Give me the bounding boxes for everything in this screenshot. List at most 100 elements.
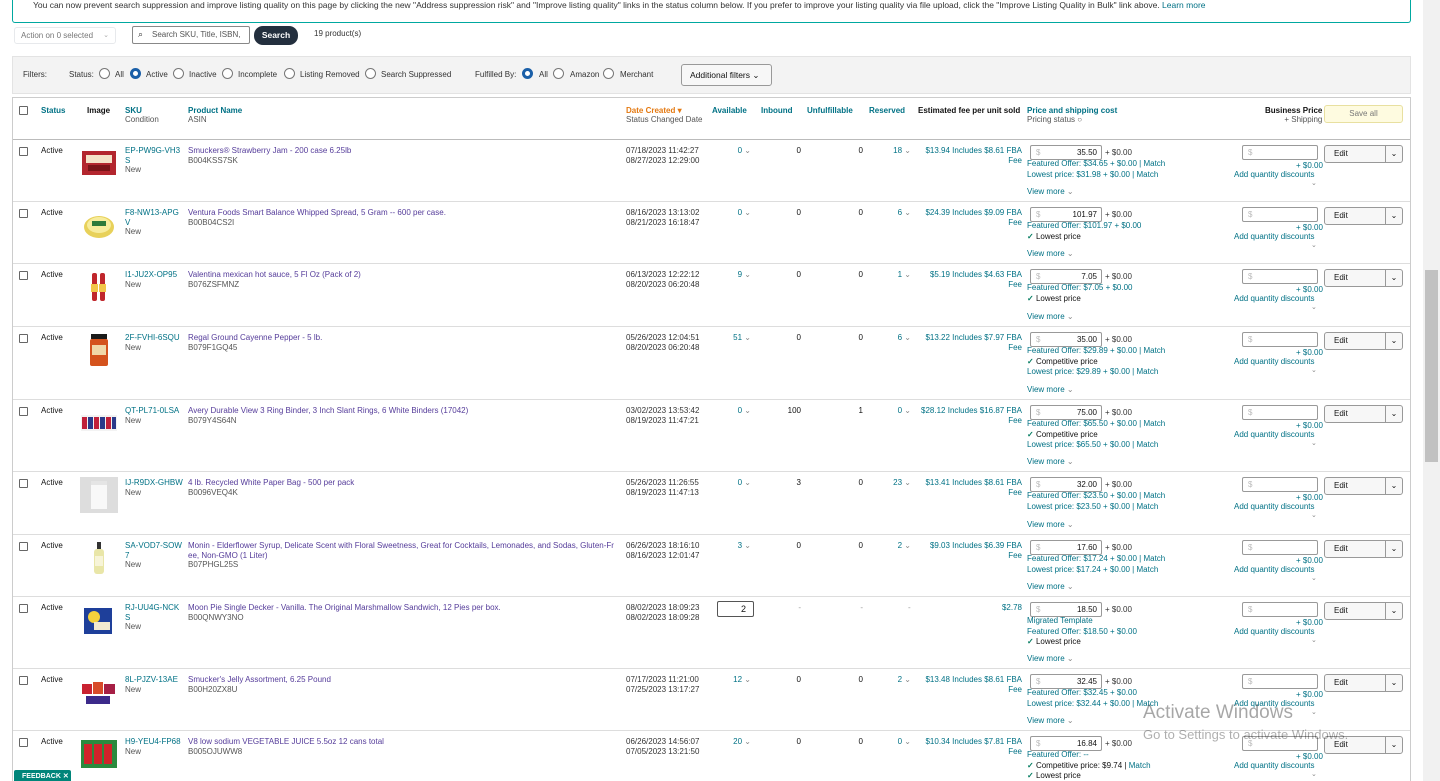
match-link[interactable]: Match: [1143, 419, 1165, 428]
view-more-link[interactable]: View more ⌄: [1027, 187, 1074, 196]
product-image[interactable]: [80, 207, 118, 243]
match-link[interactable]: Match: [1136, 170, 1158, 179]
reserved-quantity[interactable]: 2 ⌄: [898, 541, 911, 551]
business-price-input[interactable]: $: [1242, 207, 1318, 222]
col-available[interactable]: Available: [712, 106, 747, 115]
estimated-fee[interactable]: $10.34 Includes $7.81 FBA Fee: [925, 737, 1022, 756]
estimated-fee[interactable]: $28.12 Includes $16.87 FBA Fee: [921, 406, 1022, 425]
business-price-input[interactable]: $: [1242, 674, 1318, 689]
col-sku[interactable]: SKU Condition: [125, 106, 159, 124]
product-name-link[interactable]: V8 low sodium VEGETABLE JUICE 5.5oz 12 c…: [188, 737, 620, 756]
row-checkbox[interactable]: [19, 542, 28, 551]
edit-dropdown-icon[interactable]: ⌄: [1385, 208, 1402, 224]
sku-link[interactable]: 2F-FVHI-6SQU New: [125, 333, 183, 352]
row-checkbox[interactable]: [19, 738, 28, 747]
edit-dropdown-icon[interactable]: ⌄: [1385, 675, 1402, 691]
status-radio-listing-removed[interactable]: [284, 68, 295, 79]
product-image[interactable]: [80, 145, 118, 181]
product-name-link[interactable]: Valentina mexican hot sauce, 5 Fl Oz (Pa…: [188, 270, 620, 289]
edit-button[interactable]: Edit ⌄: [1324, 540, 1403, 558]
bulk-action-dropdown[interactable]: Action on 0 selected ⌄: [14, 27, 116, 44]
edit-button[interactable]: Edit ⌄: [1324, 405, 1403, 423]
edit-dropdown-icon[interactable]: ⌄: [1385, 737, 1402, 753]
status-radio-all[interactable]: [99, 68, 110, 79]
row-checkbox[interactable]: [19, 271, 28, 280]
product-name-link[interactable]: Smucker's Jelly Assortment, 6.25 Pound B0…: [188, 675, 620, 694]
product-name-link[interactable]: Monin - Elderflower Syrup, Delicate Scen…: [188, 541, 620, 570]
edit-dropdown-icon[interactable]: ⌄: [1385, 270, 1402, 286]
scrollbar-thumb[interactable]: [1425, 270, 1438, 462]
learn-more-link[interactable]: Learn more: [1162, 0, 1205, 10]
view-more-link[interactable]: View more ⌄: [1027, 385, 1074, 394]
edit-button[interactable]: Edit ⌄: [1324, 332, 1403, 350]
edit-dropdown-icon[interactable]: ⌄: [1385, 603, 1402, 619]
col-inbound[interactable]: Inbound: [761, 106, 793, 115]
col-date-created[interactable]: Date Created ▾ Status Changed Date: [626, 106, 703, 124]
product-image[interactable]: [80, 602, 118, 638]
edit-button[interactable]: Edit ⌄: [1324, 477, 1403, 495]
sku-link[interactable]: H9-YEU4-FP68 New: [125, 737, 183, 756]
match-link[interactable]: Match: [1143, 491, 1165, 500]
match-link[interactable]: Match: [1136, 565, 1158, 574]
edit-dropdown-icon[interactable]: ⌄: [1385, 478, 1402, 494]
product-name-link[interactable]: Ventura Foods Smart Balance Whipped Spre…: [188, 208, 620, 227]
price-input[interactable]: $7.05: [1030, 269, 1102, 284]
price-input[interactable]: $18.50: [1030, 602, 1102, 617]
estimated-fee[interactable]: $13.41 Includes $8.61 FBA Fee: [925, 478, 1022, 497]
add-quantity-discounts-link[interactable]: Add quantity discounts: [1234, 232, 1315, 241]
available-quantity[interactable]: 0 ⌄: [738, 478, 751, 488]
estimated-fee[interactable]: $9.03 Includes $6.39 FBA Fee: [930, 541, 1022, 560]
business-price-input[interactable]: $: [1242, 269, 1318, 284]
match-link[interactable]: Match: [1143, 346, 1165, 355]
status-radio-incomplete[interactable]: [222, 68, 233, 79]
available-quantity[interactable]: 9 ⌄: [738, 270, 751, 280]
product-image[interactable]: [80, 269, 118, 305]
reserved-quantity[interactable]: 1 ⌄: [898, 270, 911, 280]
edit-button[interactable]: Edit ⌄: [1324, 269, 1403, 287]
add-quantity-discounts-link[interactable]: Add quantity discounts: [1234, 430, 1315, 439]
product-image[interactable]: [80, 540, 118, 576]
sku-link[interactable]: IJ-R9DX-GHBW New: [125, 478, 183, 497]
status-radio-inactive[interactable]: [173, 68, 184, 79]
edit-dropdown-icon[interactable]: ⌄: [1385, 146, 1402, 162]
product-image[interactable]: [80, 405, 118, 441]
edit-dropdown-icon[interactable]: ⌄: [1385, 541, 1402, 557]
sku-link[interactable]: F8-NW13-APGV New: [125, 208, 183, 237]
price-input[interactable]: $17.60: [1030, 540, 1102, 555]
sku-link[interactable]: RJ-UU4G-NCKS New: [125, 603, 183, 632]
search-input[interactable]: ⌕ Search SKU, Title, ISBN,: [132, 26, 250, 44]
product-name-link[interactable]: Moon Pie Single Decker - Vanilla. The Or…: [188, 603, 620, 622]
business-price-input[interactable]: $: [1242, 405, 1318, 420]
sku-link[interactable]: QT-PL71-0LSA New: [125, 406, 183, 425]
status-radio-search-suppressed[interactable]: [365, 68, 376, 79]
col-price[interactable]: Price and shipping cost Pricing status ○: [1027, 106, 1117, 124]
available-quantity[interactable]: 20 ⌄: [733, 737, 751, 747]
product-name-link[interactable]: Smuckers® Strawberry Jam - 200 case 6.25…: [188, 146, 620, 165]
price-input[interactable]: $35.00: [1030, 332, 1102, 347]
reserved-quantity[interactable]: 6 ⌄: [898, 208, 911, 218]
available-quantity-input[interactable]: 2: [717, 601, 754, 617]
view-more-link[interactable]: View more ⌄: [1027, 716, 1074, 725]
view-more-link[interactable]: View more ⌄: [1027, 249, 1074, 258]
product-name-link[interactable]: Regal Ground Cayenne Pepper - 5 lb. B079F…: [188, 333, 620, 352]
reserved-quantity[interactable]: 6 ⌄: [898, 333, 911, 343]
edit-button[interactable]: Edit ⌄: [1324, 207, 1403, 225]
add-quantity-discounts-link[interactable]: Add quantity discounts: [1234, 294, 1315, 303]
edit-button[interactable]: Edit ⌄: [1324, 145, 1403, 163]
edit-button[interactable]: Edit ⌄: [1324, 602, 1403, 620]
select-all-checkbox[interactable]: [19, 106, 28, 115]
row-checkbox[interactable]: [19, 209, 28, 218]
estimated-fee[interactable]: $5.19 Includes $4.63 FBA Fee: [930, 270, 1022, 289]
row-checkbox[interactable]: [19, 676, 28, 685]
match-link[interactable]: Match: [1143, 554, 1165, 563]
product-name-link[interactable]: Avery Durable View 3 Ring Binder, 3 Inch…: [188, 406, 620, 425]
edit-dropdown-icon[interactable]: ⌄: [1385, 406, 1402, 422]
match-link[interactable]: Match: [1129, 761, 1151, 770]
sku-link[interactable]: 8L-PJZV-13AE New: [125, 675, 183, 694]
estimated-fee[interactable]: $13.48 Includes $8.61 FBA Fee: [925, 675, 1022, 694]
business-price-input[interactable]: $: [1242, 477, 1318, 492]
estimated-fee[interactable]: $13.22 Includes $7.97 FBA Fee: [925, 333, 1022, 352]
status-radio-active[interactable]: [130, 68, 141, 79]
reserved-quantity[interactable]: 18 ⌄: [893, 146, 911, 156]
price-input[interactable]: $32.00: [1030, 477, 1102, 492]
